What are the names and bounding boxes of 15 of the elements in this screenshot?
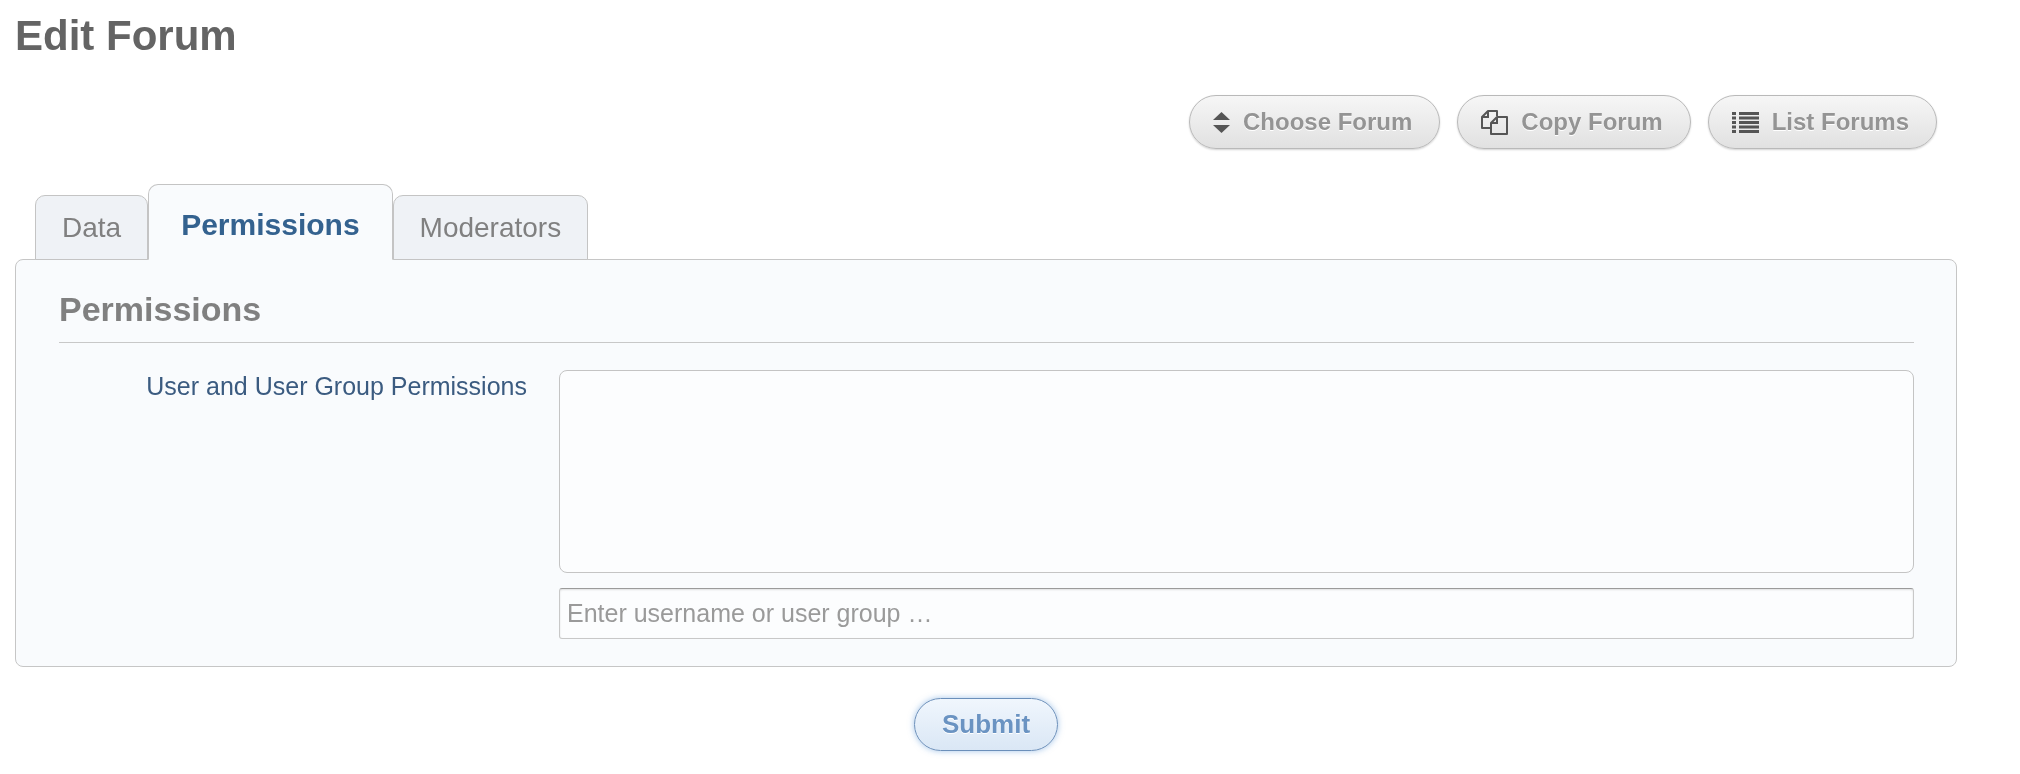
copy-forum-button[interactable]: Copy Forum	[1457, 95, 1691, 149]
two-pages-icon	[1481, 109, 1509, 135]
submit-button[interactable]: Submit	[913, 698, 1059, 751]
permissions-list-box[interactable]	[559, 370, 1914, 573]
field-label: User and User Group Permissions	[146, 371, 527, 401]
section-heading: Permissions	[59, 289, 262, 329]
list-forums-button[interactable]: List Forums	[1707, 95, 1937, 149]
page-title: Edit Forum	[15, 12, 237, 60]
list-icon	[1731, 111, 1759, 133]
choose-forum-button[interactable]: Choose Forum	[1189, 95, 1441, 149]
tab[interactable]: Permissions	[148, 184, 393, 260]
tab[interactable]: Data	[35, 195, 149, 260]
tab[interactable]: Moderators	[392, 195, 589, 260]
up-down-arrows-icon	[1213, 111, 1230, 133]
user-input-field[interactable]: Enter username or user group …	[559, 588, 1914, 639]
